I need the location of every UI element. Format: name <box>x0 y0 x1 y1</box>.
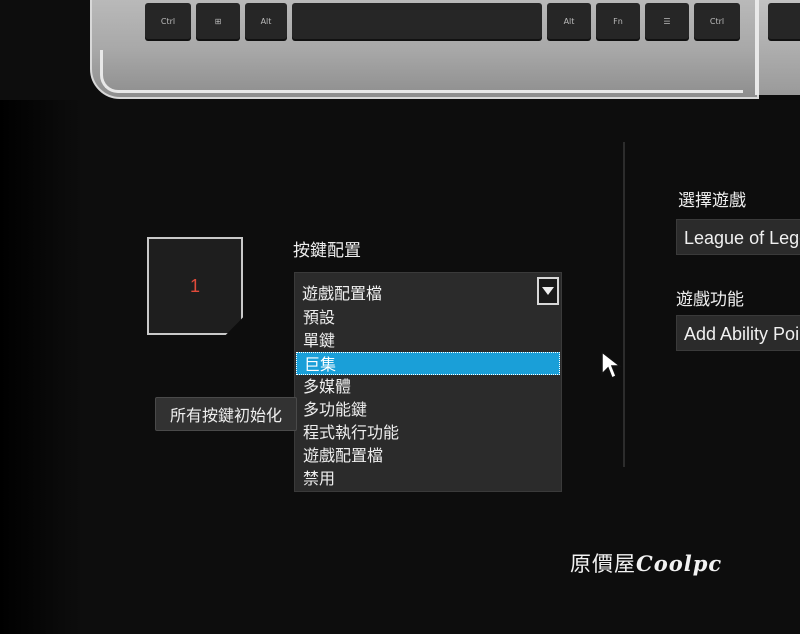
dropdown-option-multimedia[interactable]: 多媒體 <box>296 375 560 398</box>
keyboard-trim <box>100 50 743 93</box>
watermark-brand: Coolpc <box>636 551 723 576</box>
key-config-label: 按鍵配置 <box>293 241 361 261</box>
watermark-text: 原價屋 <box>570 552 636 576</box>
reset-all-keys-button[interactable]: 所有按鍵初始化 <box>155 397 297 431</box>
keyboard-key-ctrl-left[interactable]: Ctrl <box>145 3 191 39</box>
keyboard-key-alt-left[interactable]: Alt <box>245 3 287 39</box>
background-shade <box>0 100 80 634</box>
select-game-label: 選擇遊戲 <box>678 191 746 211</box>
dropdown-option-game-profile[interactable]: 遊戲配置檔 <box>296 444 560 467</box>
select-game-dropdown[interactable]: League of Legends <box>676 219 800 255</box>
chevron-down-icon[interactable] <box>537 277 559 305</box>
game-function-label: 遊戲功能 <box>676 290 744 310</box>
dropdown-option-macro[interactable]: 巨集 <box>296 352 560 375</box>
panel-divider <box>623 142 625 467</box>
keyboard-key-space[interactable] <box>292 3 542 39</box>
selected-key-tile[interactable]: 1 <box>147 237 243 335</box>
selected-key-number: 1 <box>189 275 200 296</box>
keyboard-key-arrow[interactable] <box>768 3 800 39</box>
key-config-dropdown: 預設 單鍵 巨集 多媒體 多功能鍵 程式執行功能 遊戲配置檔 禁用 <box>294 306 562 492</box>
dropdown-option-disabled[interactable]: 禁用 <box>296 467 560 490</box>
keyboard-key-win[interactable]: ⊞ <box>196 3 240 39</box>
dropdown-option-default[interactable]: 預設 <box>296 306 560 329</box>
keyboard-key-menu[interactable]: ☰ <box>645 3 689 39</box>
dropdown-option-single-key[interactable]: 單鍵 <box>296 329 560 352</box>
game-function-dropdown[interactable]: Add Ability Points <box>676 315 800 351</box>
mouse-cursor-icon <box>601 350 622 380</box>
key-config-select[interactable]: 遊戲配置檔 <box>294 272 562 308</box>
dropdown-option-multifunction[interactable]: 多功能鍵 <box>296 398 560 421</box>
watermark-logo: 原價屋Coolpc <box>570 548 722 578</box>
keyboard-preview: Ctrl ⊞ Alt Alt Fn ☰ Ctrl <box>0 0 800 100</box>
keyboard-key-fn[interactable]: Fn <box>596 3 640 39</box>
dropdown-option-program-launch[interactable]: 程式執行功能 <box>296 421 560 444</box>
keyboard-key-ctrl-right[interactable]: Ctrl <box>694 3 740 39</box>
keyboard-key-alt-right[interactable]: Alt <box>547 3 591 39</box>
key-config-current-value: 遊戲配置檔 <box>302 284 383 303</box>
